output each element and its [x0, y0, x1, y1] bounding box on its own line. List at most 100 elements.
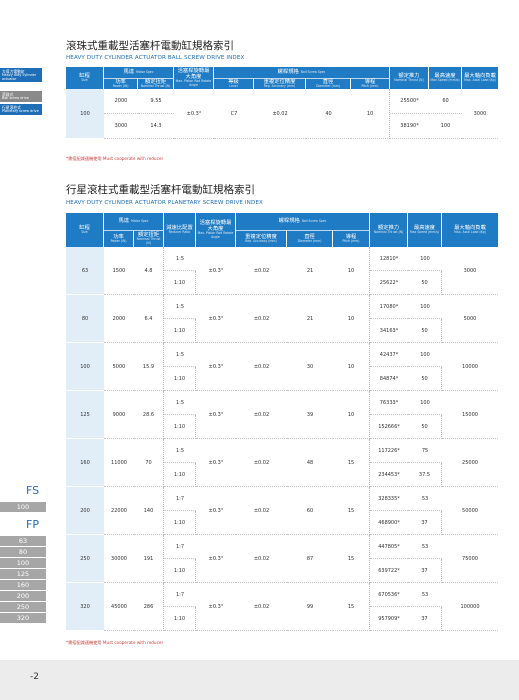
cell-power: 1500 [104, 247, 134, 295]
side-index-fp-320[interactable]: 320 [0, 613, 46, 624]
fp-label[interactable]: FP [26, 518, 39, 531]
side-index-fp-63[interactable]: 63 [0, 536, 46, 547]
header-max-speed: 最高速度 Max Speed (mm/s) [429, 67, 462, 89]
cell-power: 22000 [104, 487, 134, 535]
section1-note: *需搭配減速機使用 Must cooperate with reducer [66, 156, 164, 161]
sidebar-item-ball-screw[interactable]: 滾珠式 Ball screw drive [0, 91, 42, 102]
cell-angle: ±0.3° [196, 487, 236, 535]
cell-axial-load: 5000 [442, 295, 498, 343]
cell-axial-load: 3000 [462, 89, 498, 139]
cell-thrust: 15.9 [134, 343, 164, 391]
side-index-fp-100[interactable]: 100 [0, 558, 46, 569]
sidebar-item-heavy-duty[interactable]: 大導力電動缸 Heavy duty cylinder actuator [0, 68, 42, 82]
side-index-fp-250[interactable]: 250 [0, 602, 46, 613]
cell-power: 2000 [104, 295, 134, 343]
cell-pitch: 10 [333, 247, 370, 295]
cell-max-speed: 100 [408, 247, 442, 271]
header-diameter: 直徑 Diameter (mm) [306, 78, 351, 89]
cell-angle: ±0.3° [196, 343, 236, 391]
cell-size: 100 [66, 89, 104, 139]
cell-diameter: 99 [287, 583, 333, 631]
cell-max-speed: 50 [408, 367, 442, 391]
cell-size: 200 [66, 487, 104, 535]
header-power: 功率 Power (W) [104, 78, 138, 89]
cell-max-speed: 50 [408, 319, 442, 343]
cell-diameter: 21 [287, 247, 333, 295]
cell-thrust: 286 [134, 583, 164, 631]
cell-accuracy: ±0.02 [236, 247, 287, 295]
cell-max-speed: 75 [408, 439, 442, 463]
header-diameter: 直徑 Diameter (mm) [287, 230, 333, 247]
sidebar-item-sublabel: Planetary screw drive [2, 108, 39, 113]
cell-reducer-ratio: 1:5 [164, 439, 196, 463]
cell-thrust: 9.55 [138, 89, 174, 114]
cell-nominal-thrust: 76333* [370, 391, 408, 415]
cell-angle: ±0.3° [174, 89, 214, 139]
cell-reducer-ratio: 1:10 [164, 367, 196, 391]
fs-label[interactable]: FS [26, 484, 39, 497]
cell-size: 250 [66, 535, 104, 583]
cell-size: 160 [66, 439, 104, 487]
section1-subtitle: HEAVY DUTY CYLINDER ACTUATOR BALL SCREW … [66, 55, 245, 61]
cell-reducer-ratio: 1:10 [164, 319, 196, 343]
cell-thrust: 14.3 [138, 114, 174, 139]
section2-note: *需搭配減速機使用 Must cooperate with reducer [66, 640, 164, 645]
cell-axial-load: 25000 [442, 439, 498, 487]
cell-pitch: 10 [351, 89, 390, 139]
cell-angle: ±0.3° [196, 535, 236, 583]
side-index-fp-80[interactable]: 80 [0, 547, 46, 558]
cell-diameter: 21 [287, 295, 333, 343]
header-size: 缸程 Size [66, 213, 104, 247]
cell-reducer-ratio: 1:5 [164, 247, 196, 271]
cell-nominal-thrust: 17080* [370, 295, 408, 319]
section1-title: 滾珠式重載型活塞杆電動缸規格索引 [66, 40, 234, 52]
cell-reducer-ratio: 1:7 [164, 583, 196, 607]
cell-max-speed: 60 [429, 89, 462, 114]
cell-nominal-thrust: 42437* [370, 343, 408, 367]
cell-accuracy: ±0.02 [254, 89, 306, 139]
cell-axial-load: 100000 [442, 583, 498, 631]
side-index-fp-160[interactable]: 160 [0, 580, 46, 591]
cell-max-speed: 37.5 [408, 463, 442, 487]
footer-bar [0, 660, 519, 700]
cell-reducer-ratio: 1:5 [164, 391, 196, 415]
cell-size: 320 [66, 583, 104, 631]
cell-diameter: 30 [287, 343, 333, 391]
cell-power: 2000 [104, 89, 138, 114]
cell-angle: ±0.3° [196, 247, 236, 295]
cell-nominal-thrust: 670536* [370, 583, 408, 607]
header-angle: 活塞桿旋轉最大角度 Max. Piston Rod Rotate Angle [174, 67, 214, 89]
sidebar-item-planetary[interactable]: 行星滾柱式 Planetary screw drive [0, 104, 42, 115]
cell-axial-load: 50000 [442, 487, 498, 535]
header-motor-thrust: 額定扭矩 Nominal Thrust (N) [134, 230, 164, 247]
cell-axial-load: 15000 [442, 391, 498, 439]
cell-power: 5000 [104, 343, 134, 391]
cell-diameter: 40 [306, 89, 351, 139]
cell-thrust: 70 [134, 439, 164, 487]
header-size: 缸程 Size [66, 67, 104, 89]
cell-diameter: 87 [287, 535, 333, 583]
cell-reducer-ratio: 1:10 [164, 607, 196, 631]
cell-nominal-thrust: 447805* [370, 535, 408, 559]
cell-reducer-ratio: 1:5 [164, 343, 196, 367]
section2-title: 行星滾柱式重載型活塞杆電動缸規格索引 [66, 184, 255, 196]
side-index-fs-100[interactable]: 100 [0, 502, 46, 513]
cell-size: 80 [66, 295, 104, 343]
cell-max-speed: 50 [408, 271, 442, 295]
cell-nominal-thrust: 957909* [370, 607, 408, 631]
cell-thrust: 28.6 [134, 391, 164, 439]
planetary-screw-table: 缸程 Size 馬達 Motor Spec 功率 Power (W) 額定扭矩 Nomi… [66, 213, 498, 631]
cell-reducer-ratio: 1:10 [164, 559, 196, 583]
cell-accuracy: ±0.02 [236, 391, 287, 439]
header-motor: 馬達 Motor Spec [104, 213, 164, 230]
cell-power: 45000 [104, 583, 134, 631]
side-index-fp-200[interactable]: 200 [0, 591, 46, 602]
cell-angle: ±0.3° [196, 583, 236, 631]
header-angle: 活塞桿旋轉最大角度 Max. Piston Rod Rotate Angle [196, 213, 236, 247]
cell-reducer-ratio: 1:10 [164, 271, 196, 295]
cell-axial-load: 75000 [442, 535, 498, 583]
side-index-fp-125[interactable]: 125 [0, 569, 46, 580]
cell-size: 125 [66, 391, 104, 439]
cell-size: 63 [66, 247, 104, 295]
sidebar-item-sublabel: Ball screw drive [2, 95, 29, 100]
